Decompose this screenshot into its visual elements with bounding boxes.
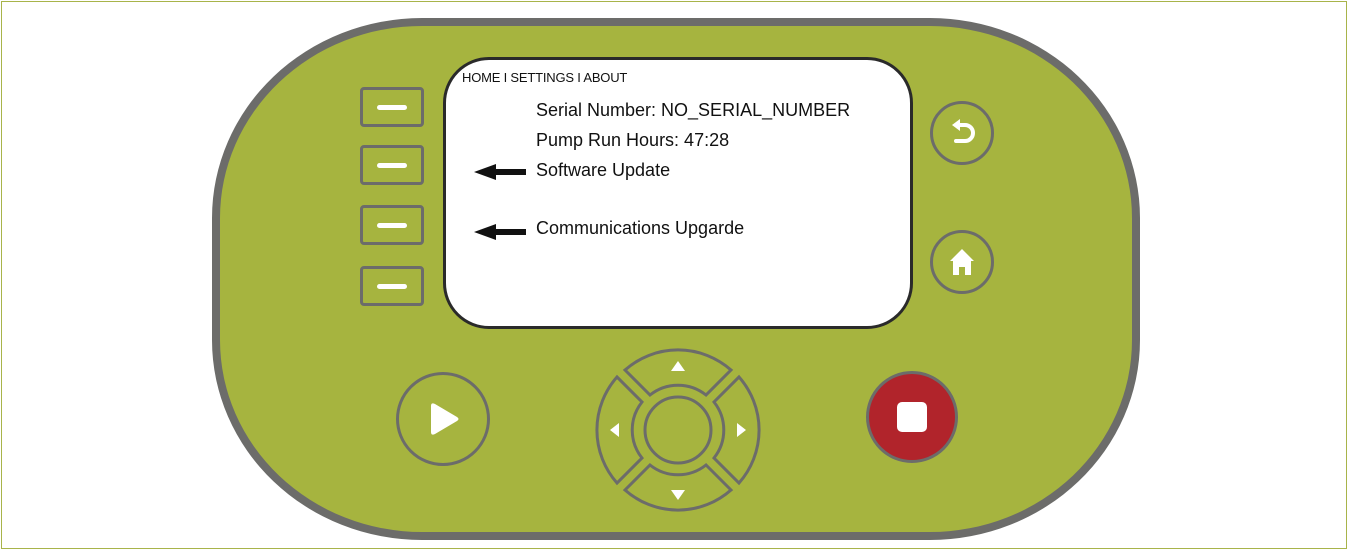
dpad-center-button[interactable] (643, 395, 713, 465)
home-button[interactable] (930, 230, 994, 294)
back-button[interactable] (930, 101, 994, 165)
breadcrumb: HOME I SETTINGS I ABOUT (462, 70, 628, 85)
softkey-3[interactable] (360, 205, 424, 245)
direction-pad (595, 348, 761, 512)
pump-run-hours: Pump Run Hours: 47:28 (536, 130, 730, 150)
back-icon (952, 119, 975, 143)
softkey-bar (377, 223, 407, 228)
softkey-bar (377, 105, 407, 110)
softkey-2[interactable] (360, 145, 424, 185)
dpad-up-button[interactable] (622, 348, 734, 398)
home-icon (950, 249, 974, 275)
softkey-1[interactable] (360, 87, 424, 127)
dpad-down-button[interactable] (622, 462, 734, 512)
play-icon (431, 403, 459, 435)
stop-button[interactable] (866, 371, 958, 463)
arrow-left-icon (474, 164, 526, 180)
stop-icon (897, 402, 927, 432)
menu-item-software-update[interactable]: Software Update (536, 160, 670, 181)
softkey-bar (377, 163, 407, 168)
display-screen: HOME I SETTINGS I ABOUT Serial Number: N… (443, 57, 913, 329)
arrow-left-icon (474, 224, 526, 240)
softkey-4[interactable] (360, 266, 424, 306)
serial-number: Serial Number: NO_SERIAL_NUMBER (536, 100, 851, 120)
softkey-bar (377, 284, 407, 289)
dpad-left-button[interactable] (595, 374, 645, 486)
play-button[interactable] (396, 372, 490, 466)
menu-item-communications-upgrade[interactable]: Communications Upgarde (536, 218, 744, 239)
dpad-right-button[interactable] (711, 374, 761, 486)
